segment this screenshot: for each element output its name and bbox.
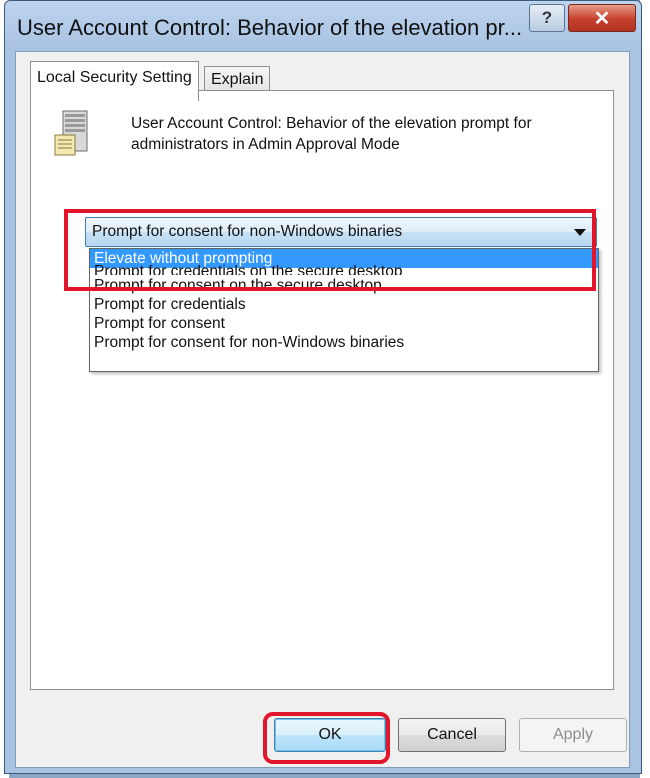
close-icon: ✕	[593, 7, 611, 30]
highlight-box-dropdown	[64, 209, 596, 291]
server-icon	[54, 110, 88, 156]
title-bar: User Account Control: Behavior of the el…	[5, 1, 641, 53]
policy-title: User Account Control: Behavior of the el…	[131, 115, 532, 153]
help-icon: ?	[541, 8, 553, 27]
tab-explain[interactable]: Explain	[204, 66, 271, 92]
tab-local-security-setting[interactable]: Local Security Setting	[30, 61, 199, 101]
tab-panel: User Account Control: Behavior of the el…	[30, 90, 614, 690]
window-title: User Account Control: Behavior of the el…	[17, 15, 522, 40]
option-prompt-for-consent[interactable]: Prompt for consent	[90, 314, 598, 333]
dialog-client-area: Local Security Setting Explain User Acco…	[15, 51, 630, 768]
help-button[interactable]: ?	[529, 4, 565, 32]
option-prompt-for-credentials[interactable]: Prompt for credentials	[90, 295, 598, 314]
option-prompt-for-consent-non-windows-binaries[interactable]: Prompt for consent for non-Windows binar…	[90, 333, 598, 352]
dialog-window: User Account Control: Behavior of the el…	[4, 0, 642, 774]
highlight-box-ok	[263, 712, 390, 764]
cancel-button[interactable]: Cancel	[398, 718, 506, 752]
close-button[interactable]: ✕	[568, 4, 636, 32]
apply-button[interactable]: Apply	[519, 718, 627, 752]
